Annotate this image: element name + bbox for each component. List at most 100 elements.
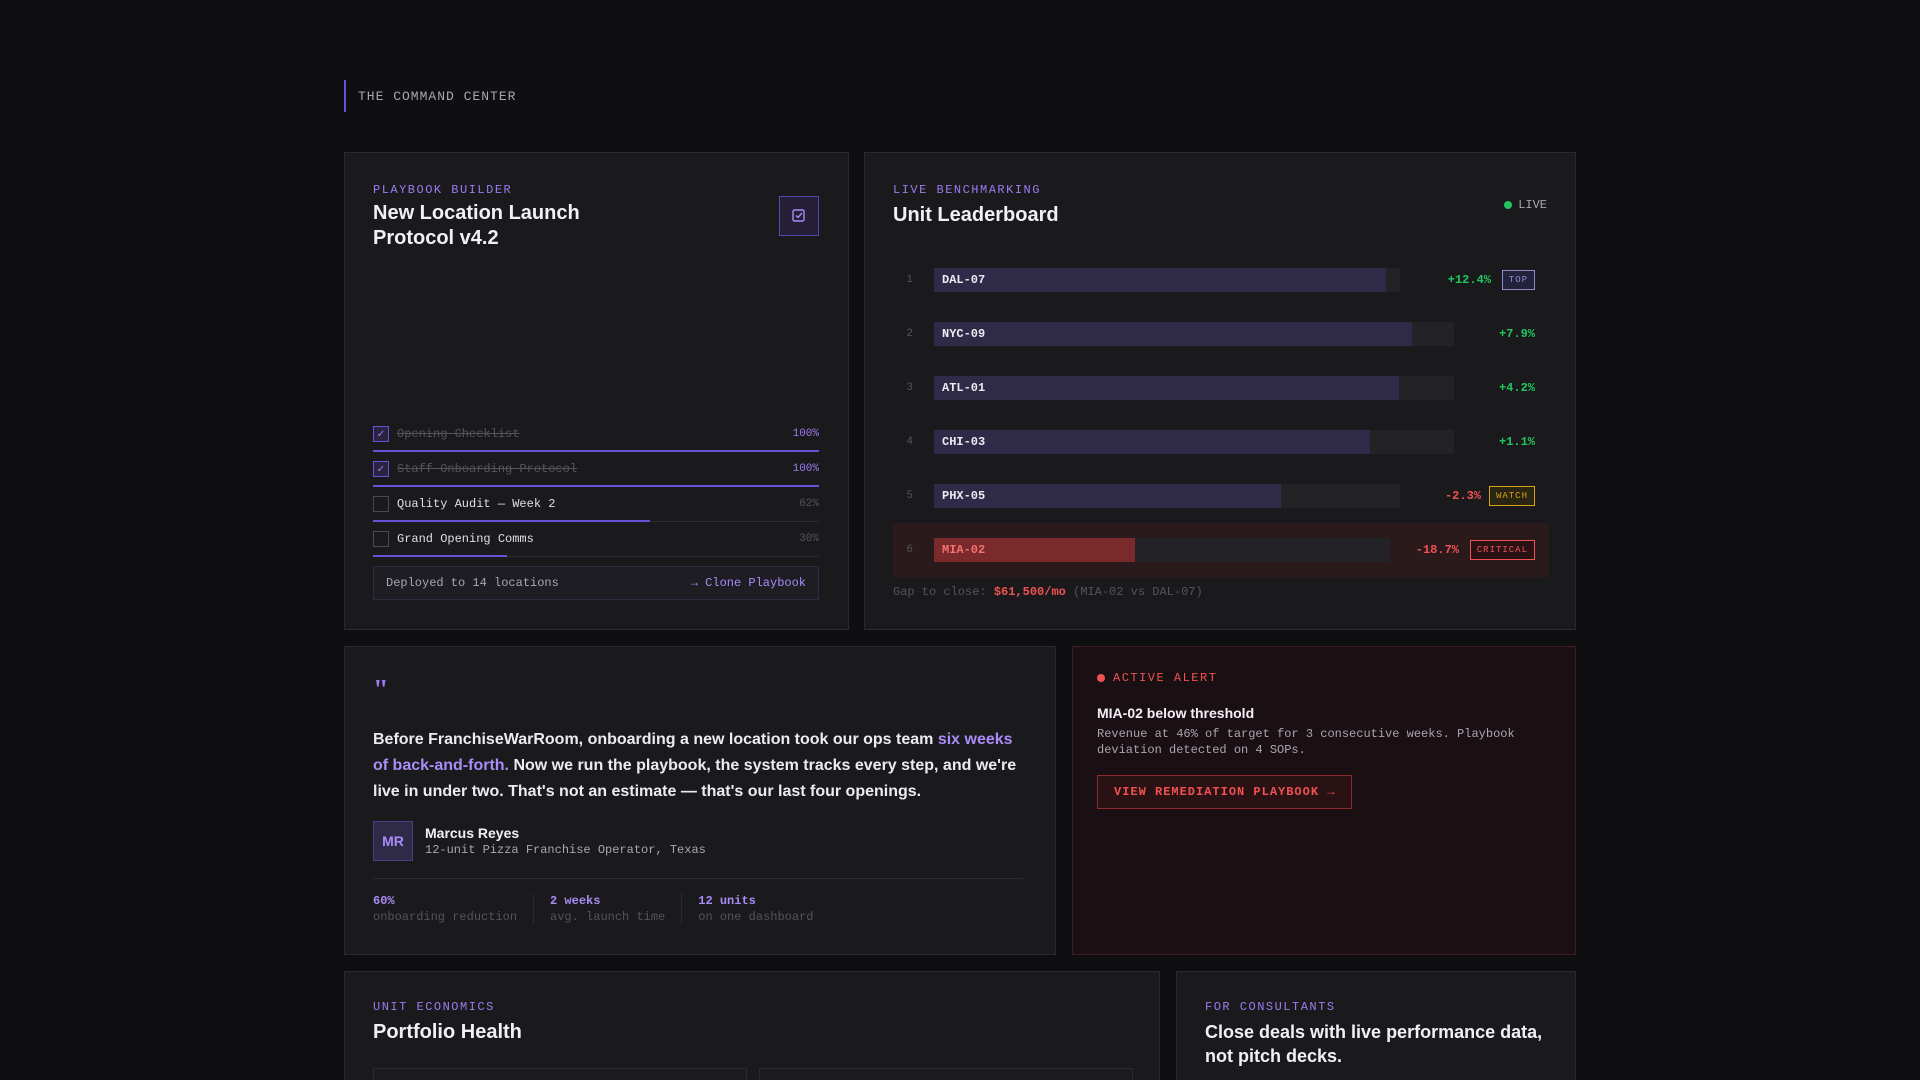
score-bar [934,268,1386,292]
consultants-title: Close deals with live performance data, … [1205,1022,1543,1066]
unit-name: DAL-07 [942,273,986,287]
leaderboard-title: Unit Leaderboard [893,204,1059,226]
author-role: 12-unit Pizza Franchise Operator, Texas [425,843,706,857]
economics-panel [373,1068,747,1080]
rank-number: 1 [906,274,913,286]
task-checkbox[interactable]: ✓ [373,426,389,442]
unit-economics-card: UNIT ECONOMICS Portfolio Health [344,971,1160,1080]
stat-label: avg. launch time [550,910,666,924]
task-label: Quality Audit — Week 2 [397,497,556,511]
stat-value: 60% [373,894,395,908]
task-percent: 100% [792,463,819,475]
task-checkbox[interactable]: ✓ [373,461,389,477]
delta-value: +7.9% [1498,327,1535,341]
alert-body: Revenue at 46% of target for 3 consecuti… [1097,727,1515,757]
rank-number: 6 [906,544,913,556]
gap-suffix: (MIA-02 vs DAL-07) [1073,585,1203,599]
stat-value: 12 units [698,894,756,908]
score-track: MIA-02 [934,538,1390,562]
task-percent: 30% [799,533,819,545]
testimonial-author: MR Marcus Reyes 12-unit Pizza Franchise … [373,821,706,861]
unit-name: NYC-09 [942,327,986,341]
score-bar [934,376,1399,400]
testimonial-card: " Before FranchiseWarRoom, onboarding a … [344,646,1056,955]
score-track: NYC-09 [934,322,1454,346]
view-remediation-button[interactable]: VIEW REMEDIATION PLAYBOOK → [1097,775,1353,809]
author-name: Marcus Reyes [425,825,520,841]
deploy-status: Deployed to 14 locations [386,576,559,590]
quote-text-1: Before FranchiseWarRoom, onboarding a ne… [373,731,938,748]
task-item[interactable]: ✓ Staff Onboarding Protocol 100% [373,452,819,487]
task-item[interactable]: Grand Opening Comms 30% [373,522,819,557]
stat-item: 12 units on one dashboard [698,894,829,924]
live-dot-icon [1504,201,1513,209]
score-track: ATL-01 [934,376,1454,400]
task-percent: 62% [799,498,819,510]
alert-dot-icon [1097,674,1105,682]
task-checkbox[interactable] [373,531,389,547]
clone-playbook-link[interactable]: → Clone Playbook [691,576,806,590]
gap-to-close: Gap to close: $61,500/mo (MIA-02 vs DAL-… [893,585,1203,599]
status-badge: WATCH [1488,486,1535,506]
score-track: DAL-07 [934,268,1400,292]
testimonial-stats: 60% onboarding reduction 2 weeks avg. la… [373,894,845,924]
checklist-edit-icon[interactable] [779,196,819,236]
deploy-bar: Deployed to 14 locations → Clone Playboo… [373,566,819,600]
unit-name: MIA-02 [942,543,986,557]
section-eyebrow: THE COMMAND CENTER [344,80,516,112]
task-checkbox[interactable] [373,496,389,512]
task-label: Grand Opening Comms [397,532,534,546]
delta-value: +12.4% [1447,273,1491,287]
avatar: MR [373,821,413,861]
playbook-title: New Location Launch Protocol v4.2 [373,202,580,249]
rank-number: 3 [906,382,913,394]
live-indicator: LIVE [1504,198,1547,212]
score-track: CHI-03 [934,430,1454,454]
playbook-eyebrow: PLAYBOOK BUILDER [373,183,513,197]
stat-item: 2 weeks avg. launch time [550,894,683,924]
leaderboard-row[interactable]: 5 PHX-05 -2.3% WATCH [893,469,1549,523]
task-percent: 100% [792,428,819,440]
rank-number: 5 [906,490,913,502]
task-item[interactable]: Quality Audit — Week 2 62% [373,487,819,522]
leaderboard-row[interactable]: 4 CHI-03 +1.1% [893,415,1549,469]
score-bar [934,484,1281,508]
score-track: PHX-05 [934,484,1400,508]
alert-eyebrow: ACTIVE ALERT [1097,671,1217,685]
consultants-card: FOR CONSULTANTS Close deals with live pe… [1176,971,1576,1080]
playbook-builder-card: PLAYBOOK BUILDER New Location Launch Pro… [344,152,849,630]
score-bar [934,430,1370,454]
economics-panel [759,1068,1133,1080]
status-badge: CRITICAL [1469,540,1535,560]
active-alert-card: ACTIVE ALERT MIA-02 below threshold Reve… [1072,646,1576,955]
leaderboard-row[interactable]: 1 DAL-07 +12.4% TOP [893,253,1549,307]
live-label: LIVE [1518,198,1547,212]
rank-number: 4 [906,436,913,448]
status-badge: TOP [1501,270,1535,290]
alert-eyebrow-label: ACTIVE ALERT [1113,671,1218,685]
delta-value: -2.3% [1444,489,1481,503]
stat-label: onboarding reduction [373,910,518,924]
leaderboard-card: LIVE BENCHMARKING Unit Leaderboard LIVE … [864,152,1576,630]
score-bar [934,322,1412,346]
gap-prefix: Gap to close: [893,585,987,599]
gap-value: $61,500/mo [993,585,1066,599]
unit-name: PHX-05 [942,489,986,503]
delta-value: +1.1% [1498,435,1535,449]
economics-eyebrow: UNIT ECONOMICS [373,1000,495,1014]
leaderboard-row[interactable]: 3 ATL-01 +4.2% [893,361,1549,415]
stat-label: on one dashboard [698,910,814,924]
leaderboard-eyebrow: LIVE BENCHMARKING [893,183,1041,197]
stat-value: 2 weeks [550,894,601,908]
unit-name: CHI-03 [942,435,986,449]
leaderboard-row[interactable]: 6 MIA-02 -18.7% CRITICAL [893,523,1549,577]
quote-mark-icon: " [373,675,389,706]
leaderboard-rows: 1 DAL-07 +12.4% TOP 2 NYC-09 +7.9% 3 ATL-01 +4.2%… [893,253,1549,577]
alert-title: MIA-02 below threshold [1097,705,1255,721]
delta-value: +4.2% [1498,381,1535,395]
leaderboard-row[interactable]: 2 NYC-09 +7.9% [893,307,1549,361]
rank-number: 2 [906,328,913,340]
consultants-eyebrow: FOR CONSULTANTS [1205,1000,1336,1014]
stats-divider [373,878,1023,879]
task-item[interactable]: ✓ Opening Checklist 100% [373,417,819,452]
